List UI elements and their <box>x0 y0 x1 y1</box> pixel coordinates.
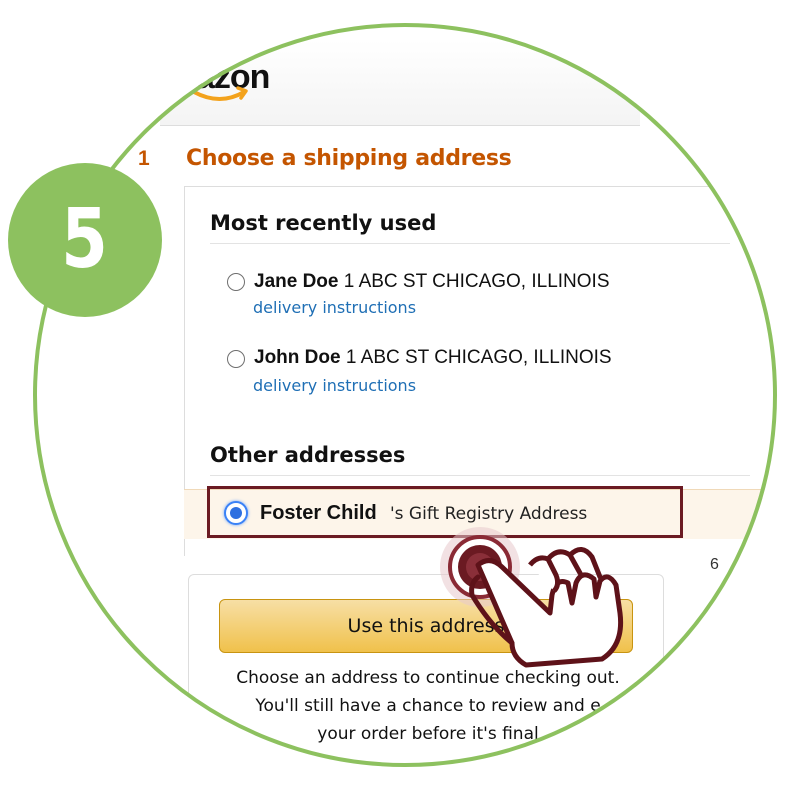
address-name: Foster Child <box>260 502 377 524</box>
step-badge-number: 5 <box>61 192 109 287</box>
truncated-text: 6 <box>710 556 719 573</box>
address-text: 's Gift Registry Address <box>390 504 588 524</box>
divider <box>210 475 750 476</box>
address-name: Jane Doe <box>254 271 339 292</box>
help-text-line: your order before it's final <box>317 724 539 744</box>
address-jane-doe[interactable]: Jane Doe 1 ABC ST CHICAGO, ILLINOIS <box>254 271 610 293</box>
address-john-doe[interactable]: John Doe 1 ABC ST CHICAGO, ILLINOIS <box>254 347 612 369</box>
step-title: Choose a shipping address <box>186 146 512 171</box>
radio-foster-child[interactable] <box>224 501 248 525</box>
help-text: Choose an address to continue checking o… <box>200 664 656 748</box>
recent-addresses-heading: Most recently used <box>210 211 437 235</box>
step-number: 1 <box>138 147 150 170</box>
other-addresses-heading: Other addresses <box>210 443 406 467</box>
address-text: 1 ABC ST CHICAGO, ILLINOIS <box>345 347 612 368</box>
step-badge: 5 <box>8 163 162 317</box>
delivery-instructions-link[interactable]: delivery instructions <box>253 376 416 395</box>
help-text-line: Choose an address to continue checking o… <box>236 668 620 688</box>
divider <box>210 243 730 244</box>
address-name: John Doe <box>254 347 341 368</box>
amazon-smile-icon <box>192 86 248 101</box>
radio-john-doe[interactable] <box>227 350 245 368</box>
radio-jane-doe[interactable] <box>227 273 245 291</box>
use-this-address-button[interactable]: Use this address <box>219 599 633 653</box>
help-text-line: You'll still have a chance to review and… <box>255 696 601 716</box>
address-text: 1 ABC ST CHICAGO, ILLINOIS <box>343 271 610 292</box>
magnifier-lens: azon 1 Choose a shipping address Most re… <box>33 23 777 767</box>
delivery-instructions-link[interactable]: delivery instructions <box>253 298 416 317</box>
